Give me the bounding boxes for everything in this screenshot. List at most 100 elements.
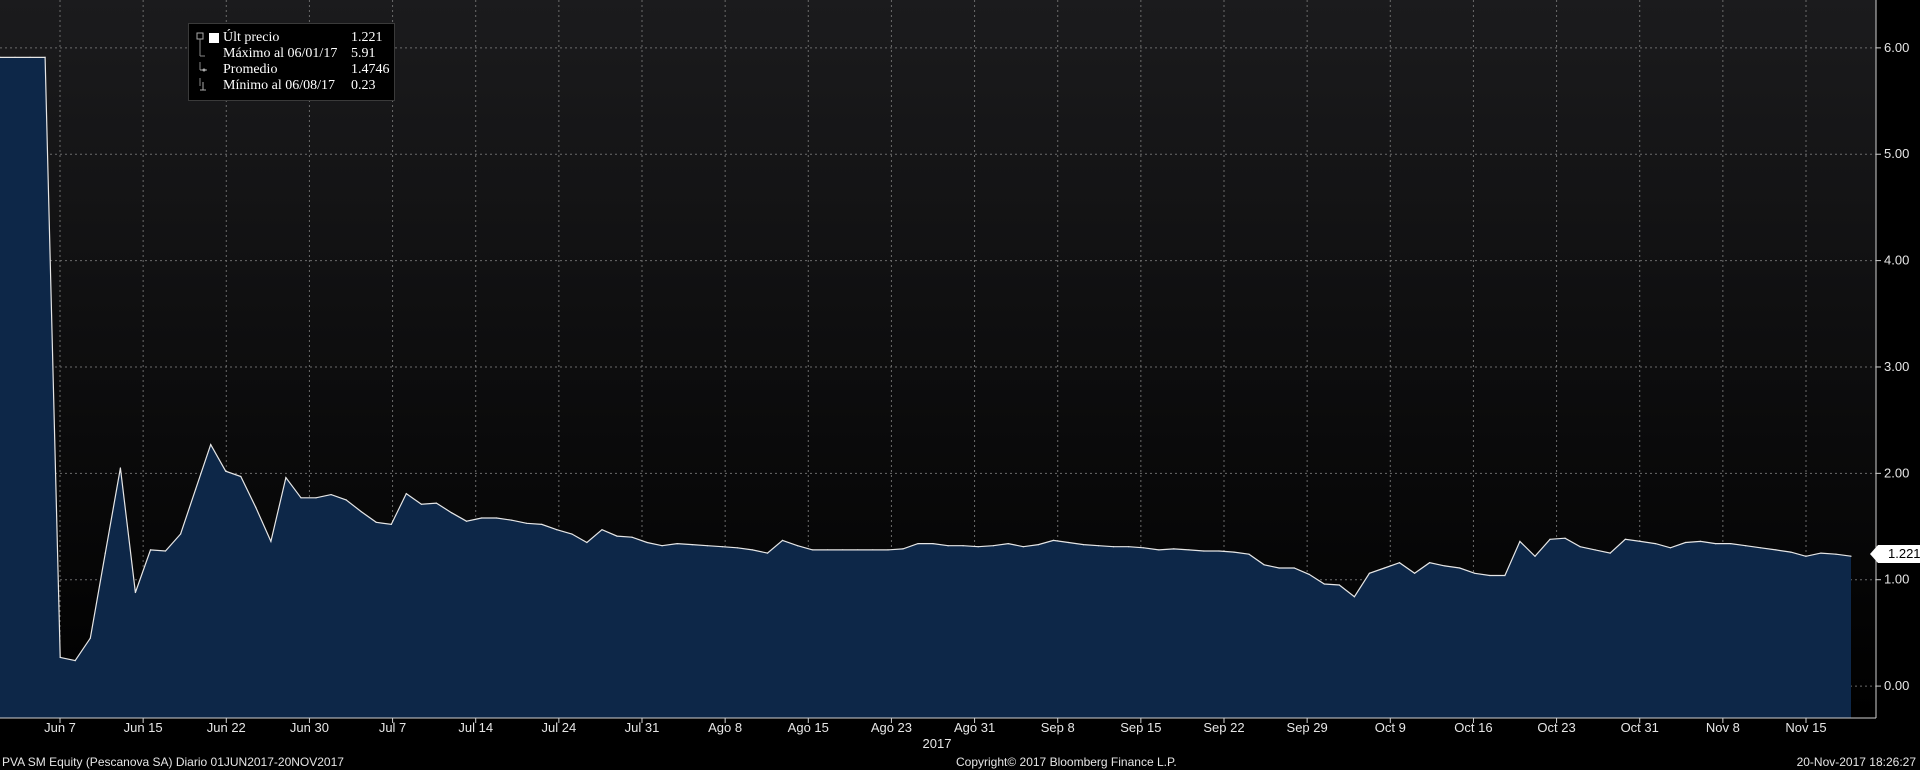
- data-point: [962, 545, 964, 547]
- data-point: [1835, 553, 1837, 555]
- legend-label: Mínimo al 06/08/17: [223, 78, 335, 93]
- data-point: [1263, 564, 1265, 566]
- data-point: [1158, 549, 1160, 551]
- legend-row-average: Promedio 1.4746: [189, 62, 394, 78]
- data-point: [44, 56, 46, 59]
- data-point: [1474, 572, 1476, 574]
- legend-box: Últ precio 1.221 Máximo al 06/01/17 5.91…: [188, 23, 395, 101]
- data-point: [1098, 545, 1100, 547]
- average-marker-icon: [199, 62, 207, 72]
- footer-security-info: PVA SM Equity (Pescanova SA) Diario 01JU…: [2, 755, 344, 769]
- data-point: [1790, 551, 1792, 553]
- data-point: [1609, 552, 1611, 554]
- data-point: [1489, 574, 1491, 577]
- data-point: [1549, 538, 1551, 540]
- data-point: [1398, 562, 1401, 564]
- data-point: [59, 656, 61, 659]
- x-tick-label: Ago 31: [954, 720, 995, 735]
- data-point: [812, 549, 814, 551]
- data-point: [1760, 547, 1762, 549]
- data-point: [1007, 543, 1009, 545]
- data-point: [797, 545, 799, 547]
- legend-label: Promedio: [223, 62, 278, 77]
- data-point: [1338, 584, 1340, 586]
- data-point: [1534, 555, 1536, 557]
- data-point: [526, 522, 528, 524]
- data-point: [631, 536, 633, 538]
- data-point: [1082, 544, 1085, 546]
- x-tick-label: Jul 7: [379, 720, 406, 735]
- data-point: [465, 520, 468, 522]
- data-point: [74, 660, 76, 662]
- data-point: [646, 541, 648, 544]
- collapse-box-icon: [196, 32, 204, 46]
- data-point: [1113, 546, 1115, 548]
- min-marker-icon: [199, 78, 206, 91]
- x-tick-label: Nov 8: [1706, 720, 1740, 735]
- legend-label: Últ precio: [223, 30, 280, 45]
- data-point: [1128, 546, 1130, 548]
- data-point: [315, 497, 317, 499]
- data-point: [134, 591, 136, 594]
- x-tick-label: Sep 22: [1203, 720, 1244, 735]
- y-tick-label: 2.00: [1884, 465, 1909, 480]
- data-point: [330, 494, 332, 496]
- y-tick-label: 4.00: [1884, 253, 1909, 268]
- data-point: [1218, 550, 1220, 552]
- legend-value: 1.4746: [351, 62, 390, 77]
- data-point: [1730, 543, 1732, 545]
- data-point: [1143, 547, 1145, 549]
- data-point: [616, 535, 618, 537]
- data-point: [781, 539, 784, 542]
- data-point: [1654, 543, 1656, 545]
- last-price-flag: 1.221: [1870, 545, 1920, 563]
- data-point: [481, 517, 483, 519]
- data-point: [887, 549, 889, 551]
- x-tick-label: Jun 30: [290, 720, 329, 735]
- x-axis: Jun 7 Jun 15 Jun 22 Jun 30 Jul 7 Jul 14 Jul 24…: [44, 718, 1827, 735]
- data-point: [119, 467, 121, 469]
- data-point: [435, 502, 437, 504]
- data-point: [375, 521, 377, 523]
- data-point: [1248, 553, 1250, 555]
- x-tick-label: Oct 16: [1454, 720, 1492, 735]
- data-point: [1715, 543, 1717, 545]
- x-tick-label: Oct 31: [1621, 720, 1659, 735]
- data-point: [420, 503, 422, 505]
- data-point: [691, 544, 693, 546]
- data-point: [1293, 567, 1295, 569]
- data-point: [1519, 540, 1521, 543]
- y-axis: 0.00 1.00 2.00 3.00 4.00 5.00 6.00: [1876, 40, 1909, 693]
- x-tick-label: Sep 15: [1120, 720, 1161, 735]
- x-tick-label: Ago 23: [871, 720, 912, 735]
- data-point: [1233, 551, 1235, 553]
- data-point: [706, 545, 708, 547]
- legend-label: Máximo al 06/01/17: [223, 46, 338, 61]
- y-tick-label: 1.00: [1884, 572, 1909, 587]
- x-tick-label: Sep 8: [1041, 720, 1075, 735]
- data-point: [225, 470, 227, 472]
- data-point: [857, 549, 859, 551]
- data-point: [450, 512, 453, 514]
- x-tick-label: Nov 15: [1785, 720, 1826, 735]
- data-point: [1278, 567, 1280, 569]
- price-chart: 0.00 1.00 2.00 3.00 4.00 5.00 6.00 Jun 7 Jun 15…: [0, 0, 1909, 751]
- data-point: [1353, 596, 1355, 598]
- data-point: [360, 511, 362, 513]
- legend-row-maximum: Máximo al 06/01/17 5.91: [189, 46, 394, 62]
- data-point: [496, 517, 498, 519]
- x-tick-label: Ago 8: [708, 720, 742, 735]
- data-point: [149, 549, 152, 551]
- x-tick-label: Sep 29: [1287, 720, 1328, 735]
- x-tick-label: Jun 22: [207, 720, 246, 735]
- y-tick-label: 0.00: [1884, 678, 1909, 693]
- x-tick-label: Jul 24: [542, 720, 577, 735]
- data-point: [164, 550, 167, 552]
- data-point: [1624, 538, 1626, 540]
- data-point: [556, 529, 558, 531]
- data-point: [736, 547, 739, 549]
- data-point: [1459, 567, 1461, 569]
- data-point: [902, 548, 904, 550]
- data-point: [1850, 555, 1852, 557]
- data-point: [89, 637, 91, 639]
